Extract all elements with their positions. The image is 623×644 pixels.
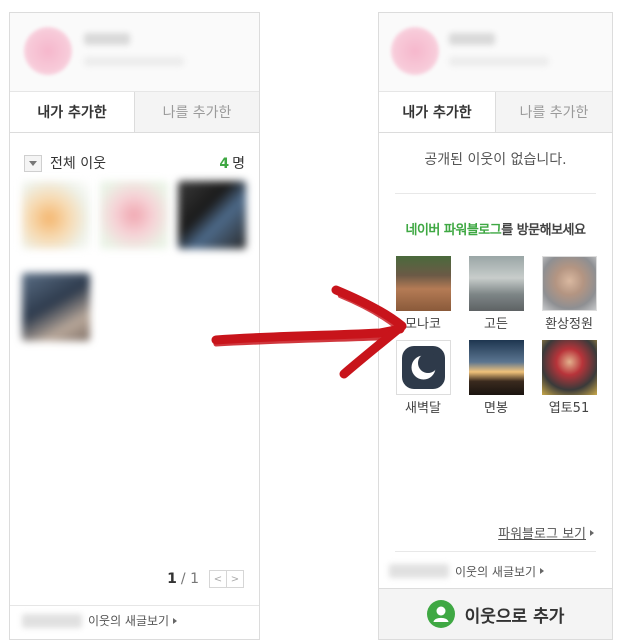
group-dropdown-button[interactable]: [24, 154, 42, 172]
pagination: 1 / 1 < >: [167, 570, 244, 588]
powerblogger-name[interactable]: 새벽달: [393, 397, 453, 416]
powerblogger-avatar[interactable]: [395, 256, 451, 311]
neighbor-count-number: 4: [219, 156, 230, 172]
add-neighbor-label[interactable]: 이웃으로 추가: [465, 602, 565, 627]
group-label: 전체 이웃: [50, 156, 106, 172]
powerblogger-avatar[interactable]: [541, 256, 597, 311]
tab-added-me[interactable]: 나를 추가한: [134, 92, 259, 132]
powerblogger-name[interactable]: 모나코: [393, 313, 453, 332]
neighbor-count: 4명: [219, 153, 245, 173]
powerblogger-item[interactable]: 모나코: [393, 256, 453, 332]
neighbor-new-posts-link[interactable]: 이웃의 새글보기: [88, 612, 169, 629]
powerblogger-avatar[interactable]: [541, 340, 597, 395]
powerblogger-avatar[interactable]: [468, 340, 524, 395]
powerblogger-avatar[interactable]: [395, 340, 451, 395]
powerblog-more-label[interactable]: 파워블로그 보기: [498, 523, 586, 542]
powerblog-more-link[interactable]: 파워블로그 보기: [498, 523, 594, 542]
neighbor-tabs: 내가 추가한 나를 추가한: [379, 92, 612, 133]
powerblogger-item[interactable]: 엽토51: [539, 340, 599, 416]
chevron-right-icon: [590, 529, 594, 536]
tab-added-by-me[interactable]: 내가 추가한: [379, 92, 495, 132]
neighbor-new-posts-link[interactable]: 이웃의 새글보기: [455, 563, 536, 580]
neighbor-new-posts-row[interactable]: 이웃의 새글보기: [10, 605, 259, 635]
divider: [395, 193, 596, 194]
neighbor-panel-before: 내가 추가한 나를 추가한 전체 이웃 4명 1 / 1 < > 이웃의 새글보…: [9, 12, 260, 640]
chevron-right-icon: [540, 568, 545, 574]
tab-added-me[interactable]: 나를 추가한: [495, 92, 612, 132]
blurred-nickname: [449, 33, 495, 45]
powerblogger-item[interactable]: 고든: [466, 256, 526, 332]
empty-neighbors-message: 공개된 이웃이 없습니다.: [424, 152, 567, 168]
powerblog-promo-title: 네이버 파워블로그를 방문해보세요: [379, 219, 612, 238]
avatar[interactable]: [391, 27, 439, 75]
next-page-button[interactable]: >: [227, 570, 244, 588]
profile-header: [379, 13, 612, 92]
tab-added-by-me[interactable]: 내가 추가한: [10, 92, 134, 132]
neighbor-thumbnail[interactable]: [22, 273, 90, 341]
powerblog-promo-text: 를 방문해보세요: [501, 223, 586, 238]
powerblogger-item[interactable]: 환상정원: [539, 256, 599, 332]
add-neighbor-button[interactable]: 이웃으로 추가: [379, 588, 612, 639]
powerblogger-name[interactable]: 면봉: [466, 397, 526, 416]
blurred-user-id: [389, 564, 449, 578]
powerblog-promo-highlight[interactable]: 네이버 파워블로그: [406, 223, 502, 238]
page-current: 1: [167, 571, 177, 587]
powerblogger-name[interactable]: 환상정원: [539, 313, 599, 332]
neighbor-thumbnail[interactable]: [178, 181, 246, 249]
powerblogger-item[interactable]: 면봉: [466, 340, 526, 416]
blurred-blog-title: [84, 57, 184, 66]
powerblogger-item[interactable]: 새벽달: [393, 340, 453, 416]
prev-page-button[interactable]: <: [209, 570, 227, 588]
profile-header: [10, 13, 259, 92]
chevron-down-icon: [29, 160, 37, 166]
neighbor-thumbnail[interactable]: [22, 181, 90, 249]
avatar[interactable]: [24, 27, 72, 75]
neighbor-tabs: 내가 추가한 나를 추가한: [10, 92, 259, 133]
page-total: / 1: [180, 571, 199, 587]
moon-icon: [401, 346, 445, 389]
neighbor-thumbnail[interactable]: [100, 181, 168, 249]
powerblogger-avatar[interactable]: [468, 256, 524, 311]
blurred-blog-title: [449, 57, 549, 66]
group-selector-row: 전체 이웃 4명: [24, 153, 245, 173]
powerblogger-name[interactable]: 고든: [466, 313, 526, 332]
neighbor-new-posts-row[interactable]: 이웃의 새글보기: [379, 556, 612, 586]
divider: [395, 551, 596, 552]
person-add-icon: [426, 600, 455, 628]
blurred-user-id: [22, 613, 82, 628]
neighbor-count-unit: 명: [232, 156, 245, 172]
neighbor-panel-after: 내가 추가한 나를 추가한 공개된 이웃이 없습니다. 네이버 파워블로그를 방…: [378, 12, 613, 640]
powerblogger-name[interactable]: 엽토51: [539, 397, 599, 416]
blurred-nickname: [84, 33, 130, 45]
chevron-right-icon: [173, 617, 178, 624]
